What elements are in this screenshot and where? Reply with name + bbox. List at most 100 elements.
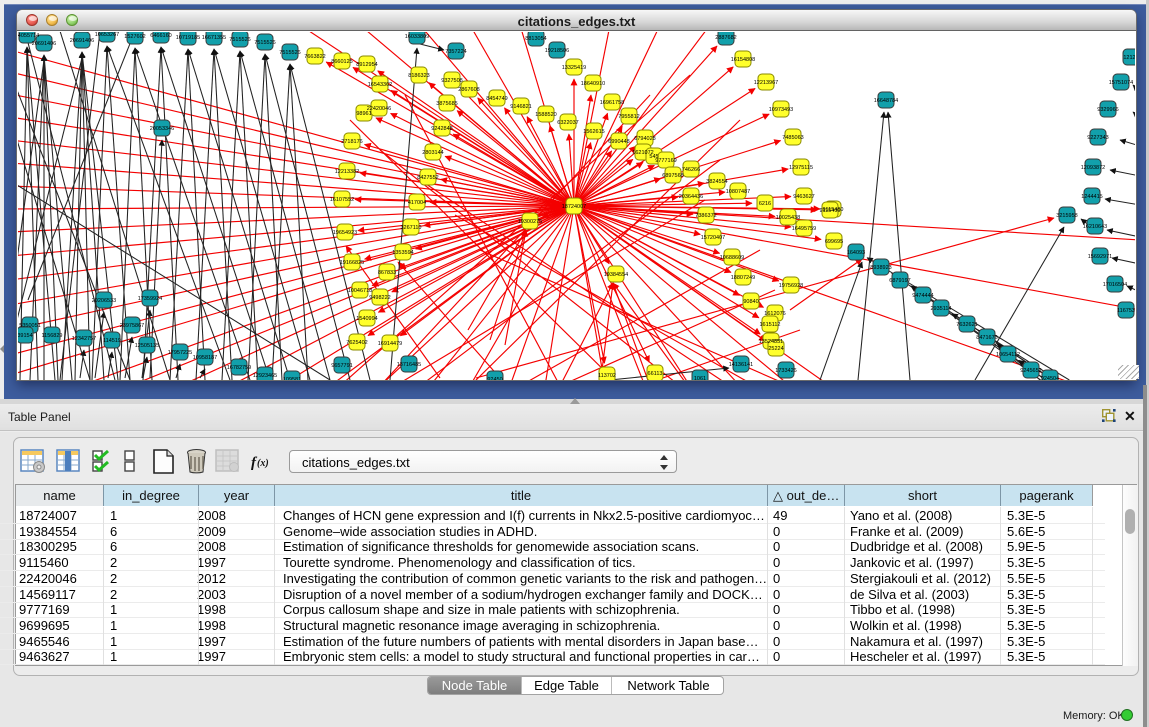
svg-text:10958187: 10958187 bbox=[193, 355, 217, 361]
svg-text:12923465: 12923465 bbox=[253, 373, 277, 379]
svg-text:9146821: 9146821 bbox=[510, 104, 531, 110]
svg-text:6897568: 6897568 bbox=[662, 173, 683, 179]
svg-text:12213382: 12213382 bbox=[335, 169, 359, 175]
svg-text:7515526: 7515526 bbox=[229, 37, 250, 43]
svg-text:8938923: 8938923 bbox=[870, 265, 891, 271]
svg-text:10046718: 10046718 bbox=[348, 288, 372, 294]
svg-text:6879197: 6879197 bbox=[889, 278, 910, 284]
svg-text:9657791: 9657791 bbox=[331, 363, 352, 369]
svg-text:16543362: 16543362 bbox=[368, 82, 392, 88]
svg-text:6990448: 6990448 bbox=[608, 139, 629, 145]
svg-text:867833: 867833 bbox=[378, 270, 396, 276]
svg-text:13716485: 13716485 bbox=[397, 362, 421, 368]
svg-text:10654112: 10654112 bbox=[996, 352, 1020, 358]
svg-text:16671355: 16671355 bbox=[202, 35, 226, 41]
svg-text:12975115: 12975115 bbox=[789, 165, 813, 171]
svg-text:417004: 417004 bbox=[408, 200, 426, 206]
svg-text:23975867: 23975867 bbox=[120, 323, 144, 329]
svg-text:3875685: 3875685 bbox=[436, 101, 457, 107]
svg-text:39154: 39154 bbox=[18, 333, 33, 339]
svg-text:90840: 90840 bbox=[743, 299, 758, 305]
svg-text:1615112: 1615112 bbox=[759, 322, 780, 328]
svg-text:10688609: 10688609 bbox=[720, 255, 744, 261]
svg-text:20364436: 20364436 bbox=[679, 194, 703, 200]
svg-text:9474444: 9474444 bbox=[912, 293, 933, 299]
svg-text:7632621: 7632621 bbox=[956, 322, 977, 328]
svg-text:18640910: 18640910 bbox=[581, 81, 605, 87]
svg-text:8427552: 8427552 bbox=[417, 175, 438, 181]
svg-text:19300275: 19300275 bbox=[518, 219, 542, 225]
svg-text:2867608: 2867608 bbox=[458, 87, 479, 93]
svg-text:9245652: 9245652 bbox=[1020, 368, 1041, 374]
svg-text:1588520: 1588520 bbox=[535, 112, 556, 118]
svg-text:25224: 25224 bbox=[768, 346, 783, 352]
svg-text:16210643: 16210643 bbox=[1083, 224, 1107, 230]
svg-text:699695: 699695 bbox=[825, 239, 843, 245]
svg-text:9327508: 9327508 bbox=[441, 78, 462, 84]
svg-text:20206533: 20206533 bbox=[92, 298, 116, 304]
svg-text:8454749: 8454749 bbox=[486, 96, 507, 102]
svg-text:16107552: 16107552 bbox=[330, 197, 354, 203]
svg-text:19654923: 19654923 bbox=[333, 230, 357, 236]
svg-text:1540994: 1540994 bbox=[356, 316, 377, 322]
svg-text:5350051: 5350051 bbox=[19, 323, 40, 329]
svg-text:19756928: 19756928 bbox=[779, 283, 803, 289]
svg-text:8813054: 8813054 bbox=[525, 36, 546, 42]
svg-text:17359924: 17359924 bbox=[138, 296, 162, 302]
svg-text:1061: 1061 bbox=[694, 376, 706, 380]
svg-text:14055714: 14055714 bbox=[18, 33, 39, 39]
svg-text:92450: 92450 bbox=[487, 377, 502, 380]
svg-text:2718176: 2718176 bbox=[341, 139, 362, 145]
svg-text:10025438: 10025438 bbox=[776, 215, 800, 221]
svg-text:10653267: 10653267 bbox=[95, 32, 119, 38]
svg-text:8186323: 8186323 bbox=[408, 73, 429, 79]
svg-text:7663822: 7663822 bbox=[304, 54, 325, 60]
svg-text:746266: 746266 bbox=[682, 167, 700, 173]
svg-text:15720407: 15720407 bbox=[701, 235, 725, 241]
svg-text:10973493: 10973493 bbox=[769, 107, 793, 113]
svg-text:16961758: 16961758 bbox=[600, 100, 624, 106]
svg-text:12505135: 12505135 bbox=[135, 343, 159, 349]
svg-text:7515526: 7515526 bbox=[254, 40, 275, 46]
svg-text:164093: 164093 bbox=[847, 250, 865, 256]
svg-text:17957225: 17957225 bbox=[168, 350, 192, 356]
svg-text:9777169: 9777169 bbox=[655, 158, 676, 164]
svg-text:8471676: 8471676 bbox=[976, 335, 997, 341]
svg-text:7485063: 7485063 bbox=[782, 135, 803, 141]
svg-text:2803144: 2803144 bbox=[422, 150, 443, 156]
svg-text:3824554: 3824554 bbox=[706, 179, 727, 185]
svg-text:1562615: 1562615 bbox=[583, 129, 604, 135]
svg-text:13325419: 13325419 bbox=[562, 65, 586, 71]
svg-text:6794028: 6794028 bbox=[634, 136, 655, 142]
svg-text:1244415: 1244415 bbox=[1081, 194, 1102, 200]
svg-text:9227343: 9227343 bbox=[1087, 135, 1108, 141]
svg-text:17016504: 17016504 bbox=[1103, 282, 1127, 288]
svg-text:7625402: 7625402 bbox=[346, 340, 367, 346]
svg-text:1612076: 1612076 bbox=[764, 311, 785, 317]
svg-text:15692971: 15692971 bbox=[1088, 254, 1112, 260]
svg-text:7515526: 7515526 bbox=[279, 50, 300, 56]
svg-text:9329966: 9329966 bbox=[1097, 107, 1118, 113]
svg-text:9242848: 9242848 bbox=[431, 126, 452, 132]
svg-text:13524851: 13524851 bbox=[759, 339, 783, 345]
svg-text:9498222: 9498222 bbox=[369, 295, 390, 301]
svg-text:66113: 66113 bbox=[648, 371, 663, 377]
svg-text:1527602: 1527602 bbox=[124, 34, 145, 40]
svg-text:16154808: 16154808 bbox=[731, 57, 755, 63]
svg-text:14136141: 14136141 bbox=[729, 362, 753, 368]
svg-text:2887682: 2887682 bbox=[715, 35, 736, 41]
svg-text:109581: 109581 bbox=[283, 377, 301, 380]
svg-text:16033809: 16033809 bbox=[405, 34, 429, 40]
svg-text:8660125: 8660125 bbox=[331, 59, 352, 65]
svg-text:9115400: 9115400 bbox=[819, 208, 840, 214]
svg-text:6216: 6216 bbox=[759, 201, 771, 207]
svg-text:10719185: 10719185 bbox=[176, 35, 200, 41]
svg-text:10807487: 10807487 bbox=[726, 189, 750, 195]
svg-text:113702: 113702 bbox=[598, 373, 616, 379]
svg-text:22420046: 22420046 bbox=[367, 106, 391, 112]
svg-text:16648784: 16648784 bbox=[874, 98, 898, 104]
svg-text:19218506: 19218506 bbox=[545, 48, 569, 54]
svg-text:2935114: 2935114 bbox=[930, 306, 951, 312]
svg-text:12093872: 12093872 bbox=[1081, 165, 1105, 171]
svg-text:6466160: 6466160 bbox=[150, 33, 171, 39]
